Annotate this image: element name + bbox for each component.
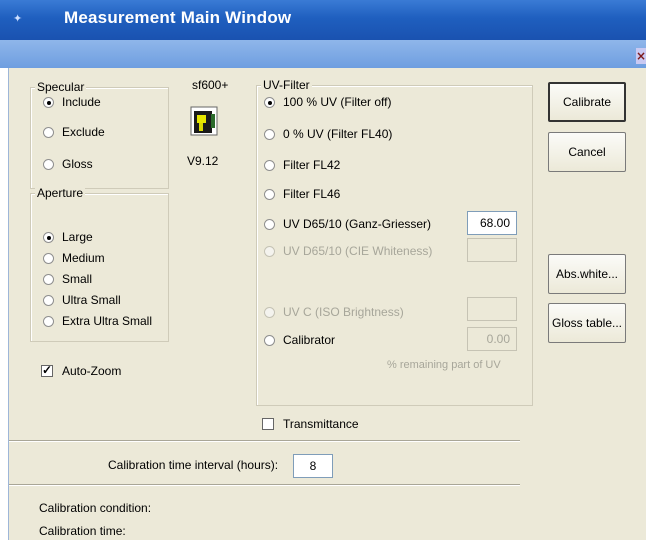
radio-label: UV D65/10 (CIE Whiteness) (283, 244, 433, 258)
radio-dot (43, 294, 54, 306)
gloss-table-button-label: Gloss table... (551, 316, 623, 330)
device-version: V9.12 (187, 154, 219, 168)
cancel-button[interactable]: Cancel (548, 132, 626, 172)
radio-dot (43, 273, 54, 285)
aperture-ultra-small-radio[interactable]: Ultra Small (43, 293, 121, 307)
cancel-button-label: Cancel (568, 145, 606, 159)
abs-white-button[interactable]: Abs.white... (548, 254, 626, 294)
app-icon: ✦ (13, 12, 23, 25)
uv-ganz-griesser-radio[interactable]: UV D65/10 (Ganz-Griesser) (264, 217, 431, 231)
aperture-medium-radio[interactable]: Medium (43, 251, 105, 265)
radio-dot (43, 252, 54, 264)
separator-bottom (9, 484, 520, 486)
radio-dot (264, 245, 275, 257)
radio-label: Small (62, 272, 93, 286)
radio-label: UV D65/10 (Ganz-Griesser) (283, 217, 432, 231)
calibration-condition-label: Calibration condition: (39, 501, 152, 515)
checkbox-label: Auto-Zoom (62, 364, 122, 378)
radio-label: Large (62, 230, 93, 244)
checkbox-box (41, 363, 53, 377)
uv-0-radio[interactable]: 0 % UV (Filter FL40) (264, 127, 392, 141)
radio-dot (264, 96, 275, 108)
device-name: sf600+ (192, 78, 229, 92)
remaining-uv-note: % remaining part of UV (387, 359, 501, 371)
specular-exclude-radio[interactable]: Exclude (43, 125, 105, 139)
radio-label: Include (62, 95, 101, 109)
calibrate-button[interactable]: Calibrate (548, 82, 626, 122)
radio-label: Exclude (62, 125, 105, 139)
window-title: Measurement Main Window (64, 8, 292, 27)
specular-include-radio[interactable]: Include (43, 95, 101, 109)
radio-dot (43, 315, 54, 327)
radio-label: Ultra Small (62, 293, 121, 307)
cie-whiteness-value-field[interactable] (467, 238, 517, 262)
radio-dot (43, 158, 54, 170)
abs-white-button-label: Abs.white... (555, 267, 619, 281)
radio-label: 0 % UV (Filter FL40) (283, 127, 393, 141)
radio-dot (264, 159, 275, 171)
specular-gloss-radio[interactable]: Gloss (43, 157, 93, 171)
gloss-table-button[interactable]: Gloss table... (548, 303, 626, 343)
auto-zoom-checkbox[interactable]: Auto-Zoom (41, 363, 122, 378)
radio-label: 100 % UV (Filter off) (283, 95, 392, 109)
uv-calibrator-radio[interactable]: Calibrator (264, 333, 335, 347)
radio-label: Filter FL42 (283, 158, 341, 172)
calibration-interval-input[interactable]: 8 (293, 454, 333, 478)
calibrator-value-field[interactable]: 0.00 (467, 327, 517, 351)
radio-dot (264, 188, 275, 200)
radio-dot (264, 128, 275, 140)
uv-100-radio[interactable]: 100 % UV (Filter off) (264, 95, 391, 109)
title-bar[interactable]: ✦ Measurement Main Window (0, 0, 646, 40)
iso-brightness-value-field[interactable] (467, 297, 517, 321)
calibrate-button-label: Calibrate (562, 95, 612, 109)
transmittance-checkbox[interactable]: Transmittance (262, 417, 359, 431)
aperture-large-radio[interactable]: Large (43, 230, 93, 244)
radio-label: Gloss (62, 157, 93, 171)
dialog-body: Specular Include Exclude Gloss sf600+ V9… (8, 68, 646, 540)
aperture-legend: Aperture (35, 186, 86, 200)
uv-fl42-radio[interactable]: Filter FL42 (264, 158, 340, 172)
uv-cie-whiteness-radio[interactable]: UV D65/10 (CIE Whiteness) (264, 244, 432, 258)
radio-label: UV C (ISO Brightness) (283, 305, 404, 319)
aperture-extra-ultra-small-radio[interactable]: Extra Ultra Small (43, 314, 152, 328)
checkbox-label: Transmittance (283, 417, 359, 431)
uv-fl46-radio[interactable]: Filter FL46 (264, 187, 340, 201)
close-icon[interactable]: × (636, 48, 646, 64)
calibration-time-label: Calibration time: (39, 524, 126, 538)
radio-label: Calibrator (283, 333, 336, 347)
aperture-small-radio[interactable]: Small (43, 272, 92, 286)
separator-top (9, 440, 520, 442)
radio-dot (264, 218, 275, 230)
uv-iso-brightness-radio[interactable]: UV C (ISO Brightness) (264, 305, 404, 319)
calibration-interval-label: Calibration time interval (hours): (108, 458, 279, 472)
radio-dot (264, 334, 275, 346)
radio-label: Extra Ultra Small (62, 314, 153, 328)
sub-title-bar (0, 40, 646, 68)
checkbox-box (262, 418, 274, 430)
uv-filter-legend: UV-Filter (261, 78, 312, 92)
instrument-icon (190, 106, 218, 136)
specular-legend: Specular (35, 80, 87, 94)
radio-dot (43, 231, 54, 243)
radio-label: Medium (62, 251, 105, 265)
ganz-griesser-value-field[interactable]: 68.00 (467, 211, 517, 235)
radio-dot (43, 96, 54, 108)
radio-label: Filter FL46 (283, 187, 341, 201)
radio-dot (43, 126, 54, 138)
radio-dot (264, 306, 275, 318)
